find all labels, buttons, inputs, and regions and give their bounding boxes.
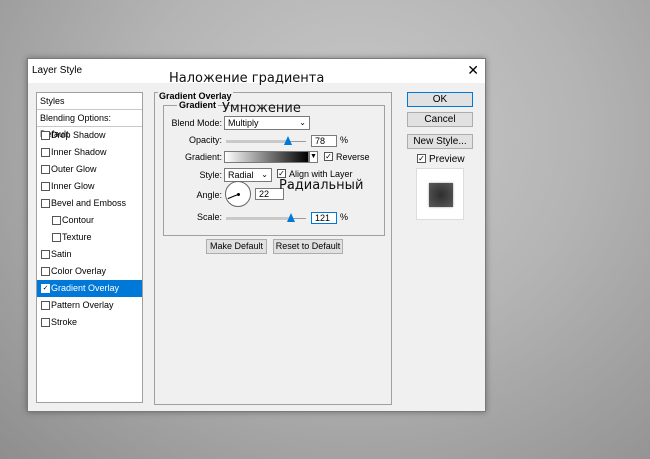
style-items: Drop Shadow Inner Shadow Outer Glow Inner G… [37, 127, 142, 331]
preview-checkbox[interactable]: ✓ [417, 154, 426, 163]
opacity-slider-fill [226, 140, 289, 143]
preview-label: Preview [429, 154, 465, 165]
style-item-label: Inner Glow [51, 181, 95, 191]
scale-slider[interactable] [226, 213, 306, 222]
opacity-slider-thumb[interactable] [284, 136, 293, 145]
preview-swatch [429, 183, 453, 207]
close-icon[interactable]: ✕ [467, 61, 479, 79]
opacity-label: Opacity: [188, 135, 222, 145]
style-item-texture[interactable]: Texture [37, 229, 142, 246]
style-item-label: Bevel and Emboss [51, 198, 127, 208]
style-item-label: Gradient Overlay [51, 283, 120, 293]
style-item-checkbox[interactable] [41, 318, 50, 327]
style-list: Styles Blending Options: Default Drop Sh… [36, 92, 143, 403]
preview-thumbnail [416, 168, 464, 220]
align-with-layer-checkbox[interactable]: ✓ [277, 169, 286, 178]
style-item-label: Contour [62, 215, 95, 225]
style-item-checkbox[interactable] [41, 199, 50, 208]
style-label: Style: [199, 170, 222, 180]
style-item-label: Satin [51, 249, 72, 259]
style-item-color-overlay[interactable]: Color Overlay [37, 263, 142, 280]
group-title: Gradient [177, 100, 219, 110]
gradient-swatch[interactable] [224, 151, 309, 163]
gradient-group: Gradient Blend Mode: Multiply ⌄ Opacity:… [163, 100, 385, 236]
reverse-label: Reverse [336, 152, 370, 162]
style-item-satin[interactable]: Satin [37, 246, 142, 263]
reset-to-default-button[interactable]: Reset to Default [273, 239, 343, 254]
gradient-label: Gradient: [184, 152, 222, 162]
style-item-label: Drop Shadow [51, 130, 106, 140]
style-item-pattern-overlay[interactable]: Pattern Overlay [37, 297, 142, 314]
angle-dial[interactable] [225, 181, 251, 207]
cancel-button[interactable]: Cancel [407, 112, 473, 127]
style-item-checkbox[interactable] [41, 131, 50, 140]
opacity-slider[interactable] [226, 136, 306, 145]
style-item-checkbox[interactable] [41, 267, 50, 276]
scale-unit: % [340, 212, 349, 222]
style-item-label: Stroke [51, 317, 78, 327]
style-item-checkbox[interactable] [52, 216, 61, 225]
style-item-drop-shadow[interactable]: Drop Shadow [37, 127, 142, 144]
style-item-inner-glow[interactable]: Inner Glow [37, 178, 142, 195]
opacity-unit: % [340, 135, 349, 145]
blending-options-item[interactable]: Blending Options: Default [37, 110, 142, 139]
opacity-input[interactable]: 78 [311, 135, 337, 147]
chevron-down-icon: ⌄ [261, 170, 268, 179]
style-item-label: Outer Glow [51, 164, 97, 174]
scale-slider-fill [226, 217, 291, 220]
style-item-checkbox[interactable]: ✓ [41, 284, 50, 293]
style-item-checkbox[interactable] [52, 233, 61, 242]
style-item-bevel-and-emboss[interactable]: Bevel and Emboss [37, 195, 142, 212]
style-item-label: Inner Shadow [51, 147, 107, 157]
style-item-checkbox[interactable] [41, 182, 50, 191]
style-item-inner-shadow[interactable]: Inner Shadow [37, 144, 142, 161]
style-item-stroke[interactable]: Stroke [37, 314, 142, 331]
gradient-dropdown-icon[interactable]: ▼ [309, 151, 318, 163]
style-item-checkbox[interactable] [41, 301, 50, 310]
annotation-radial: Радиальный [279, 178, 364, 193]
style-item-outer-glow[interactable]: Outer Glow [37, 161, 142, 178]
style-item-gradient-overlay[interactable]: ✓ Gradient Overlay [37, 280, 142, 297]
styles-header[interactable]: Styles [37, 93, 142, 110]
style-item-contour[interactable]: Contour [37, 212, 142, 229]
blend-mode-label: Blend Mode: [171, 118, 222, 128]
scale-slider-thumb[interactable] [286, 213, 295, 222]
scale-input[interactable]: 121 [311, 212, 337, 224]
style-select[interactable]: Radial ⌄ [224, 168, 272, 182]
make-default-button[interactable]: Make Default [206, 239, 267, 254]
new-style-button[interactable]: New Style... [407, 134, 473, 149]
reverse-checkbox[interactable]: ✓ [324, 152, 333, 161]
dialog-title: Layer Style [32, 65, 83, 76]
style-value: Radial [228, 170, 254, 180]
angle-dial-center [237, 193, 240, 196]
annotation-multiply: Умножение [222, 101, 301, 116]
angle-label: Angle: [196, 190, 222, 200]
style-item-checkbox[interactable] [41, 148, 50, 157]
annotation-gradient-overlay: Наложение градиента [169, 71, 325, 86]
blend-mode-select[interactable]: Multiply ⌄ [224, 116, 310, 130]
style-item-label: Pattern Overlay [51, 300, 114, 310]
style-item-label: Texture [62, 232, 92, 242]
chevron-down-icon: ⌄ [299, 118, 306, 127]
gradient-overlay-panel: Gradient Overlay Gradient Blend Mode: Mu… [154, 91, 392, 405]
scale-label: Scale: [196, 212, 222, 222]
ok-button[interactable]: OK [407, 92, 473, 107]
style-item-label: Color Overlay [51, 266, 107, 276]
blend-mode-value: Multiply [228, 118, 259, 128]
style-item-checkbox[interactable] [41, 250, 50, 259]
style-item-checkbox[interactable] [41, 165, 50, 174]
